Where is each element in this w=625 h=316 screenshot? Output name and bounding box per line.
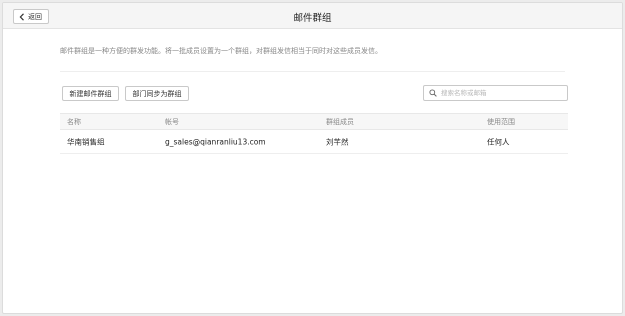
column-header-scope: 使用范围 xyxy=(487,117,515,126)
group-scope-cell: 任何人 xyxy=(487,137,510,146)
column-header-account: 帐号 xyxy=(165,117,179,126)
divider xyxy=(60,71,565,72)
group-name-cell: 华南销售组 xyxy=(67,137,105,146)
description-text: 邮件群组是一种方便的群发功能。将一批成员设置为一个群组，对群组发信相当于同时对这… xyxy=(60,47,382,55)
search-input[interactable] xyxy=(441,87,561,99)
group-members-cell: 刘芊然 xyxy=(326,137,349,146)
top-bar: 返回 邮件群组 xyxy=(3,3,622,29)
mail-group-window: 返回 邮件群组 邮件群组是一种方便的群发功能。将一批成员设置为一个群组，对群组发… xyxy=(2,2,623,314)
column-header-name: 名称 xyxy=(67,117,81,126)
new-mail-group-button[interactable]: 新建邮件群组 xyxy=(62,86,119,101)
column-header-members: 群组成员 xyxy=(326,117,354,126)
page-title: 邮件群组 xyxy=(293,13,332,24)
search-box[interactable] xyxy=(423,85,568,101)
mail-group-table: 名称 帐号 群组成员 使用范围 华南销售组 g_sales@qianranliu… xyxy=(60,113,568,154)
table-header: 名称 帐号 群组成员 使用范围 xyxy=(60,113,568,130)
sync-department-button[interactable]: 部门同步为群组 xyxy=(125,86,189,101)
search-icon xyxy=(429,89,437,97)
group-account-cell: g_sales@qianranliu13.com xyxy=(165,137,266,146)
table-row[interactable]: 华南销售组 g_sales@qianranliu13.com 刘芊然 任何人 xyxy=(60,130,568,154)
